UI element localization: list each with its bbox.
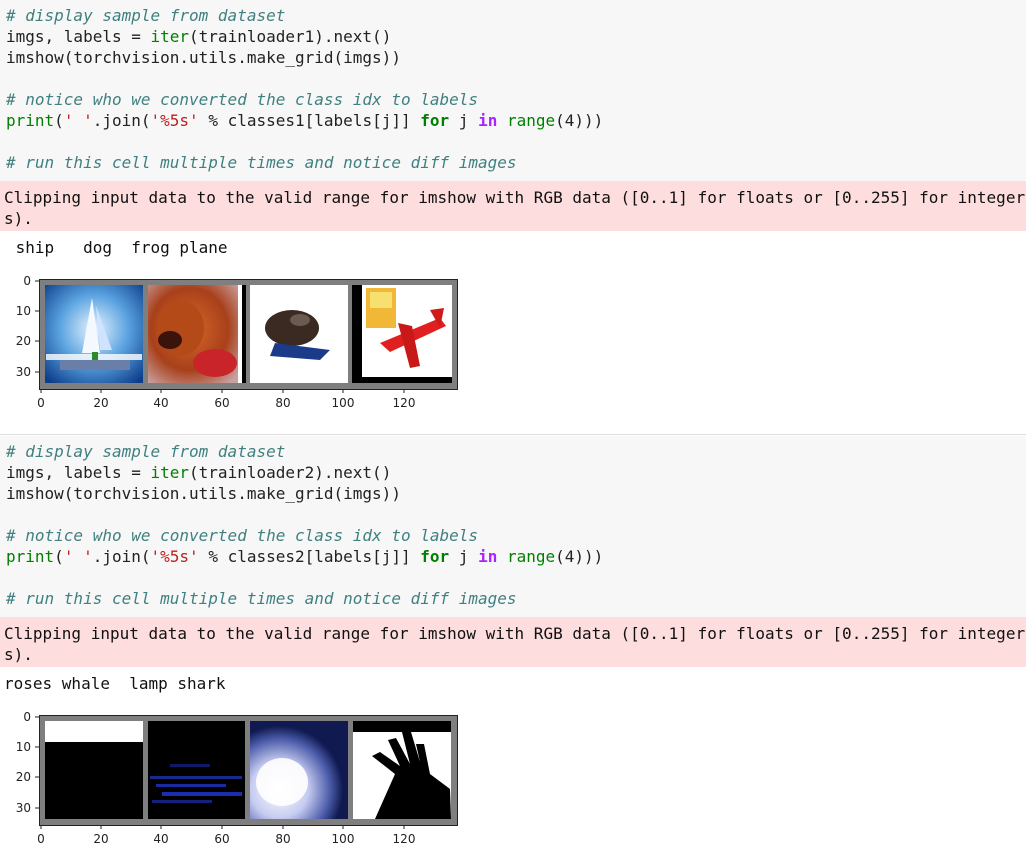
y-tick-label: 20 (16, 334, 31, 348)
stdout-output-2: roses whale lamp shark (4, 674, 226, 693)
image-grid-plot-1: 0 10 20 30 0 20 40 60 80 100 120 (0, 268, 470, 428)
code-line: # display sample from dataset (6, 6, 286, 25)
image-ship (45, 285, 143, 383)
code-line: imshow(torchvision.utils.make_grid(imgs)… (6, 48, 401, 67)
image-frog (250, 285, 348, 383)
x-tick-label: 60 (214, 832, 229, 846)
x-tick-label: 120 (393, 832, 416, 846)
stderr-text: Clipping input data to the valid range f… (4, 624, 1026, 664)
x-tick-label: 120 (393, 396, 416, 410)
code-line: # display sample from dataset (6, 442, 286, 461)
stderr-output-2: Clipping input data to the valid range f… (0, 617, 1026, 667)
code-line: print(' '.join('%5s' % classes2[labels[j… (6, 547, 604, 566)
image-grid-plot-2: 0 10 20 30 0 20 40 60 80 100 120 (0, 704, 470, 864)
x-tick-label: 20 (93, 832, 108, 846)
stdout-output-1: ship dog frog plane (6, 238, 228, 257)
x-tick-label: 80 (275, 832, 290, 846)
x-tick-label: 40 (153, 832, 168, 846)
y-tick-label: 20 (16, 770, 31, 784)
x-tick-label: 0 (37, 832, 45, 846)
code-line: # run this cell multiple times and notic… (6, 153, 517, 172)
code-line: imshow(torchvision.utils.make_grid(imgs)… (6, 484, 401, 503)
x-tick-label: 60 (214, 396, 229, 410)
x-tick-label: 80 (275, 396, 290, 410)
code-line: # notice who we converted the class idx … (6, 526, 479, 545)
x-tick-label: 40 (153, 396, 168, 410)
y-tick-label: 0 (23, 710, 31, 724)
y-tick-label: 10 (16, 740, 31, 754)
x-tick-label: 100 (332, 396, 355, 410)
stderr-text: Clipping input data to the valid range f… (4, 188, 1026, 228)
image-lamp (250, 721, 348, 819)
code-line: print(' '.join('%5s' % classes1[labels[j… (6, 111, 604, 130)
x-tick-label: 0 (37, 396, 45, 410)
x-axis: 0 20 40 60 80 100 120 (37, 389, 415, 410)
x-axis: 0 20 40 60 80 100 120 (37, 825, 415, 846)
y-tick-label: 30 (16, 801, 31, 815)
cell-separator (0, 434, 1026, 435)
x-tick-label: 20 (93, 396, 108, 410)
y-tick-label: 0 (23, 274, 31, 288)
code-cell-2-input[interactable]: # display sample from dataset imgs, labe… (0, 436, 1026, 617)
code-cell-1-input[interactable]: # display sample from dataset imgs, labe… (0, 0, 1026, 181)
image-plane (352, 285, 452, 383)
image-shark (353, 721, 451, 819)
image-whale (148, 721, 245, 819)
y-tick-label: 30 (16, 365, 31, 379)
image-roses (45, 721, 143, 819)
x-tick-label: 100 (332, 832, 355, 846)
stderr-output-1: Clipping input data to the valid range f… (0, 181, 1026, 231)
y-axis: 0 10 20 30 (16, 710, 39, 815)
code-line: # notice who we converted the class idx … (6, 90, 479, 109)
y-tick-label: 10 (16, 304, 31, 318)
code-line: # run this cell multiple times and notic… (6, 589, 517, 608)
image-dog (148, 285, 246, 383)
y-axis: 0 10 20 30 (16, 274, 39, 379)
code-line: imgs, labels = iter(trainloader2).next() (6, 463, 392, 482)
code-line: imgs, labels = iter(trainloader1).next() (6, 27, 392, 46)
